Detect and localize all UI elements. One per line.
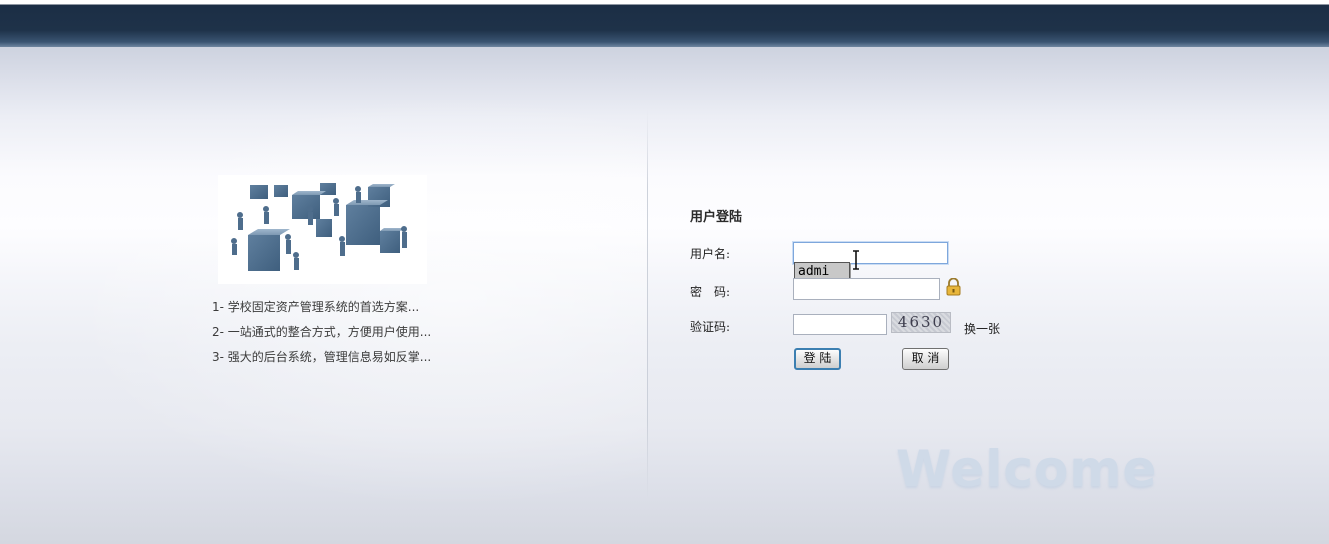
feature-item: 2- 一站通式的整合方式，方便用户使用... [212, 325, 432, 339]
feature-list: 1- 学校固定资产管理系统的首选方案... 2- 一站通式的整合方式，方便用户使… [212, 298, 431, 373]
feature-item: 3- 强大的后台系统，管理信息易如反掌... [212, 350, 432, 364]
password-input[interactable] [793, 278, 940, 300]
business-people-cubes-icon [231, 183, 407, 271]
captcha-image[interactable]: 4630 [891, 312, 951, 333]
feature-item: 1- 学校固定资产管理系统的首选方案... [212, 300, 420, 314]
text-cursor-icon [853, 250, 859, 270]
panel-divider [647, 110, 648, 500]
login-title: 用户登陆 [690, 210, 743, 225]
captcha-input[interactable] [793, 314, 887, 335]
cancel-button[interactable]: 取 消 [902, 348, 949, 370]
welcome-watermark: Welcome [896, 440, 1158, 498]
username-label: 用户名: [690, 247, 731, 261]
top-banner [0, 0, 1329, 47]
refresh-captcha-link[interactable]: 换一张 [964, 320, 1000, 337]
lock-icon [946, 278, 961, 296]
username-input[interactable] [793, 242, 948, 264]
captcha-label: 验证码: [690, 320, 731, 334]
login-button[interactable]: 登 陆 [794, 348, 841, 370]
business-illustration [218, 175, 427, 284]
password-label: 密 码: [690, 285, 731, 299]
